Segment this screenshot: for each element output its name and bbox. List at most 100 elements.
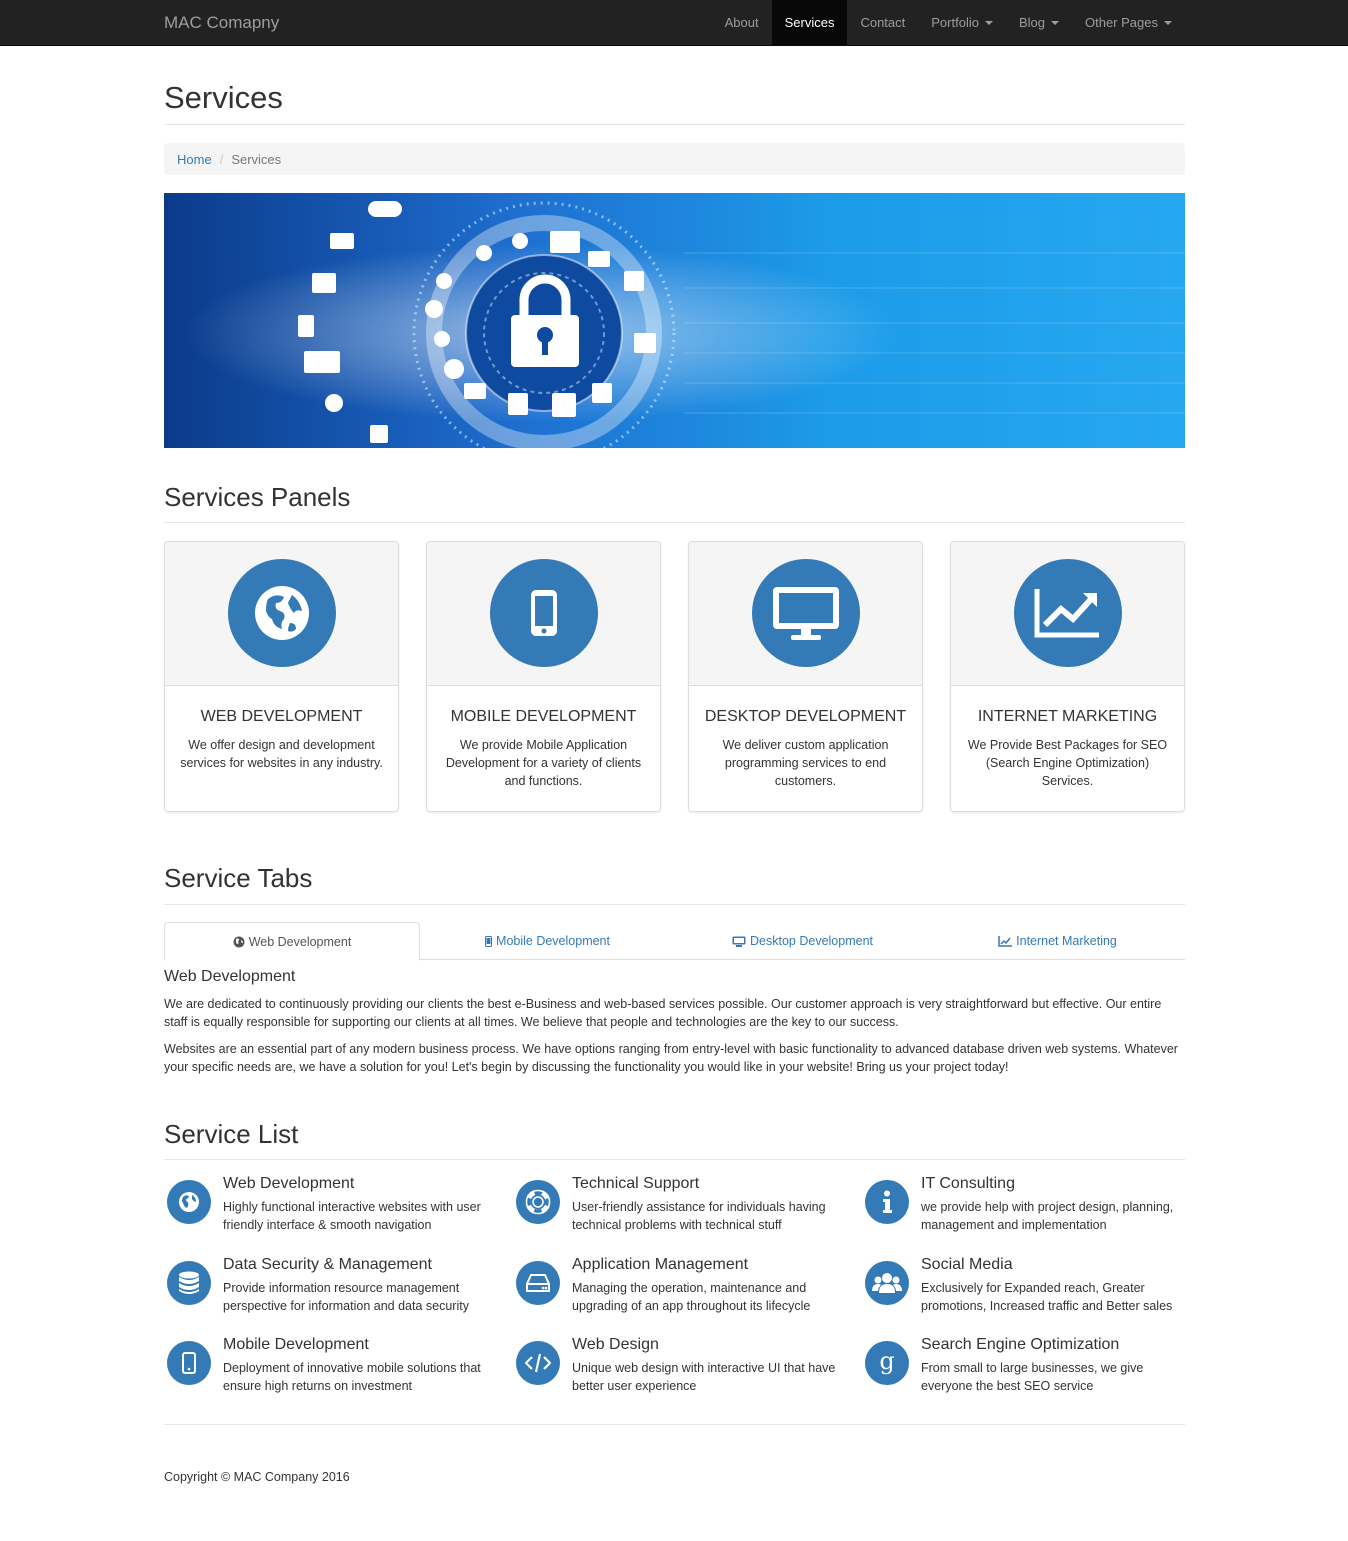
tab-internet-marketing[interactable]: Internet Marketing xyxy=(930,922,1185,960)
service-text: Unique web design with interactive UI th… xyxy=(572,1361,836,1393)
tab-mobile-development[interactable]: Mobile Development xyxy=(420,922,675,960)
service-title: IT Consulting xyxy=(921,1175,1015,1192)
service-panel-marketing: INTERNET MARKETING We Provide Best Packa… xyxy=(950,541,1185,812)
nav-blog-dropdown[interactable]: Blog xyxy=(1006,0,1072,45)
nav-label: Other Pages xyxy=(1085,15,1158,30)
panel-text: We provide Mobile Application Developmen… xyxy=(445,738,642,788)
service-item: Mobile Development Deployment of innovat… xyxy=(164,1336,494,1405)
service-item: IT Consulting we provide help with proje… xyxy=(862,1175,1192,1244)
section-heading-tabs: Service Tabs xyxy=(164,863,313,893)
footer-copyright: Copyright © MAC Company 2016 xyxy=(164,1470,350,1484)
page-title: Services xyxy=(164,80,283,115)
globe-icon xyxy=(233,936,245,947)
service-text: Provide information resource management … xyxy=(223,1281,469,1313)
breadcrumb-current: Services xyxy=(231,151,282,167)
nav-services[interactable]: Services xyxy=(771,0,848,45)
service-panel-web: WEB DEVELOPMENT We offer design and deve… xyxy=(164,541,399,812)
tab-pane-title: Web Development xyxy=(164,968,296,985)
service-title: Social Media xyxy=(921,1256,1013,1273)
nav-label: Portfolio xyxy=(931,15,979,30)
service-title: Technical Support xyxy=(572,1175,700,1192)
service-text: we provide help with project design, pla… xyxy=(921,1200,1174,1232)
service-title: Web Design xyxy=(572,1336,659,1353)
nav-contact[interactable]: Contact xyxy=(847,0,918,45)
tab-label: Web Development xyxy=(248,934,352,949)
globe-icon xyxy=(228,559,336,667)
mobile-icon xyxy=(485,935,493,947)
tab-label: Desktop Development xyxy=(750,934,873,948)
desktop-icon xyxy=(732,936,746,947)
service-text: From small to large businesses, we give … xyxy=(921,1361,1144,1393)
service-text: Deployment of innovative mobile solution… xyxy=(223,1361,481,1393)
service-item: Technical Support User-friendly assistan… xyxy=(513,1175,843,1244)
life-ring-icon xyxy=(516,1180,560,1224)
service-panel-mobile: MOBILE DEVELOPMENT We provide Mobile App… xyxy=(426,541,661,812)
panel-text: We deliver custom application programmin… xyxy=(722,738,889,788)
service-text: User-friendly assistance for individuals… xyxy=(572,1200,826,1232)
nav-about[interactable]: About xyxy=(712,0,772,45)
code-icon xyxy=(516,1341,560,1385)
panel-title: WEB DEVELOPMENT xyxy=(200,708,363,725)
caret-down-icon xyxy=(1051,20,1059,25)
nav-label: Services xyxy=(784,15,835,30)
caret-down-icon xyxy=(1164,20,1172,25)
mobile-icon xyxy=(167,1341,211,1385)
service-item: Data Security & Management Provide infor… xyxy=(164,1256,494,1325)
top-navbar: MAC Comapny About Services Contact Portf… xyxy=(0,0,1348,46)
service-item: Social Media Exclusively for Expanded re… xyxy=(862,1256,1192,1325)
google-icon: g xyxy=(865,1341,909,1385)
svg-text:g: g xyxy=(879,1349,894,1375)
service-text: Managing the operation, maintenance and … xyxy=(572,1281,811,1313)
tab-pane-paragraph: Websites are an essential part of any mo… xyxy=(164,1042,1178,1074)
nav-other-pages-dropdown[interactable]: Other Pages xyxy=(1072,0,1185,45)
panel-header xyxy=(951,542,1184,686)
tab-label: Mobile Development xyxy=(496,934,610,948)
section-heading-list: Service List xyxy=(164,1119,299,1149)
nav-portfolio-dropdown[interactable]: Portfolio xyxy=(918,0,1006,45)
divider xyxy=(164,124,1185,125)
nav-label: Contact xyxy=(860,15,906,30)
panel-title: DESKTOP DEVELOPMENT xyxy=(704,708,907,725)
panel-text: We Provide Best Packages for SEO (Search… xyxy=(967,738,1168,788)
panel-text: We offer design and development services… xyxy=(180,738,383,770)
nav-label: Blog xyxy=(1018,15,1045,30)
tab-pane-paragraph: We are dedicated to continuously providi… xyxy=(164,997,1162,1029)
nav-label: About xyxy=(724,15,759,30)
service-item: Application Management Managing the oper… xyxy=(513,1256,843,1325)
tab-web-development[interactable]: Web Development xyxy=(164,922,421,961)
desktop-icon xyxy=(752,559,860,667)
database-icon xyxy=(167,1261,211,1305)
service-title: Mobile Development xyxy=(223,1336,369,1353)
panel-title: INTERNET MARKETING xyxy=(977,708,1158,725)
hero-banner-image xyxy=(164,193,1185,448)
tab-desktop-development[interactable]: Desktop Development xyxy=(675,922,930,960)
divider xyxy=(164,1159,1185,1160)
service-item: Web Development Highly functional intera… xyxy=(164,1175,494,1244)
caret-down-icon xyxy=(984,20,993,25)
main-nav: About Services Contact Portfolio Blog Ot… xyxy=(712,0,1185,45)
line-chart-icon xyxy=(1014,559,1122,667)
users-icon xyxy=(865,1261,909,1305)
service-title: Data Security & Management xyxy=(223,1256,432,1273)
panel-header xyxy=(427,542,660,686)
mobile-icon xyxy=(490,559,598,667)
breadcrumb: Home / Services xyxy=(164,143,1185,175)
hdd-icon xyxy=(516,1261,560,1305)
service-text: Exclusively for Expanded reach, Greater … xyxy=(921,1281,1173,1313)
service-title: Application Management xyxy=(572,1256,749,1273)
globe-icon xyxy=(167,1180,211,1224)
service-item: Web Design Unique web design with intera… xyxy=(513,1336,843,1405)
breadcrumb-home-link[interactable]: Home xyxy=(177,152,212,167)
service-title: Search Engine Optimization xyxy=(921,1336,1120,1353)
section-heading-panels: Services Panels xyxy=(164,482,351,512)
divider xyxy=(164,904,1185,905)
line-chart-icon xyxy=(998,935,1013,947)
info-icon xyxy=(865,1180,909,1224)
panel-header xyxy=(165,542,398,686)
service-item: g Search Engine Optimization From small … xyxy=(862,1336,1192,1405)
divider xyxy=(164,522,1185,523)
panel-title: MOBILE DEVELOPMENT xyxy=(450,708,637,725)
service-panel-desktop: DESKTOP DEVELOPMENT We deliver custom ap… xyxy=(688,541,923,812)
breadcrumb-separator: / xyxy=(219,151,224,167)
brand-logo[interactable]: MAC Comapny xyxy=(164,13,279,33)
